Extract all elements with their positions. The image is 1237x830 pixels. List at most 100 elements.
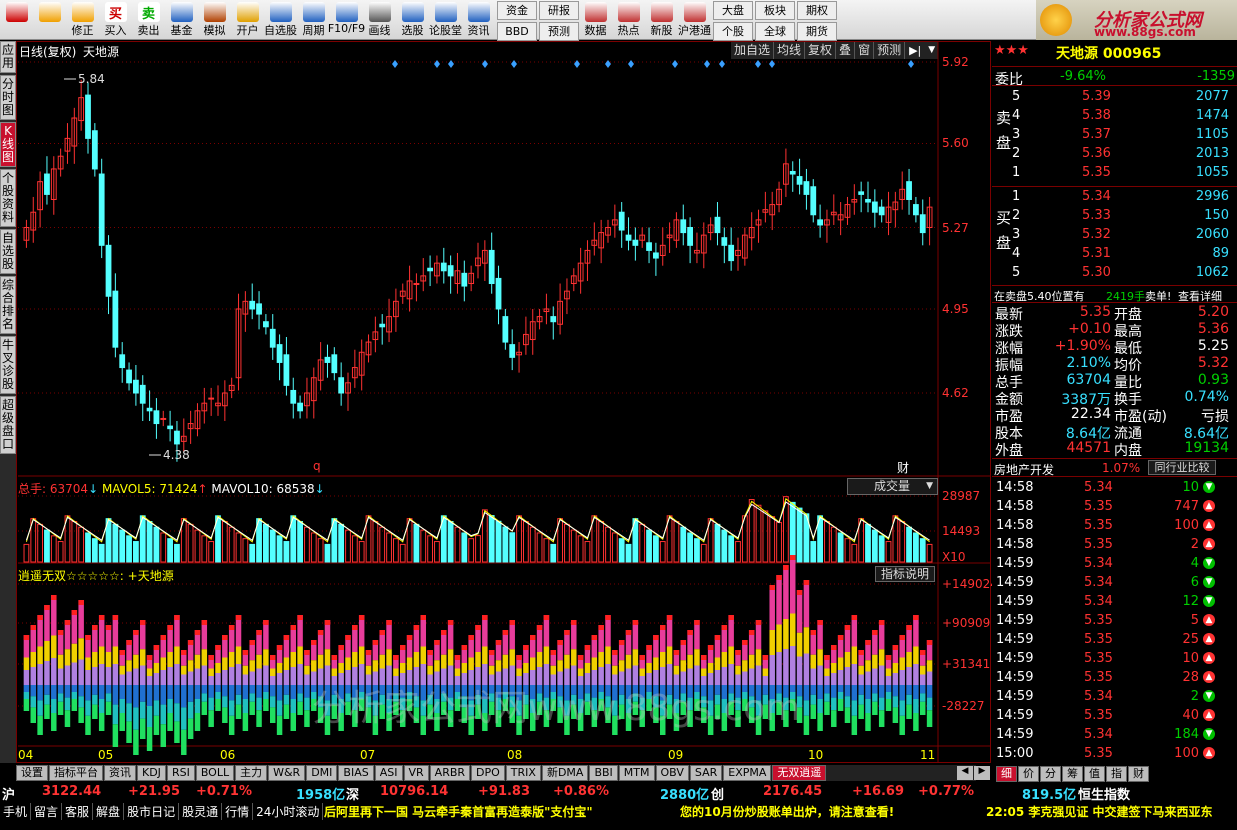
quote-tab[interactable]: 价 [1018, 766, 1039, 782]
volume-bar [208, 541, 215, 563]
trade-volume: 10 [1182, 651, 1199, 666]
quote-tab[interactable]: 指 [1106, 766, 1127, 782]
indicator-tab[interactable]: ARBR [429, 765, 471, 781]
indicator-bar-cap [434, 640, 440, 645]
candle-body [913, 204, 919, 216]
volume-bar [762, 510, 769, 563]
indicator-bar-low [803, 653, 810, 685]
indicator-tick-label: +149024 [942, 577, 998, 591]
volume-bar [919, 538, 926, 563]
scroll-right-icon[interactable]: ▶ [974, 766, 990, 780]
indicator-tab[interactable]: 设置 [16, 765, 48, 781]
indicator-bar-mid [194, 654, 201, 669]
indicator-neg-b [37, 700, 43, 716]
indicator-tab[interactable]: 无双逍遥 [772, 765, 827, 781]
quick-link[interactable]: 行情 [222, 803, 254, 820]
quote-tab[interactable]: 筹 [1062, 766, 1083, 782]
indicator-bar-low [126, 671, 132, 685]
indicator-bar-cap [44, 605, 50, 610]
quick-link[interactable]: 股市日记 [124, 803, 180, 820]
quick-link[interactable]: 解盘 [93, 803, 125, 820]
volume-bar [728, 535, 735, 563]
indicator-bar-mid [57, 654, 64, 669]
indicator-tab[interactable]: 资讯 [104, 765, 136, 781]
notice-link[interactable]: 查看详细 [1178, 288, 1222, 304]
indicator-neg-a [105, 685, 112, 694]
quote-tab[interactable]: 细 [996, 766, 1017, 782]
indicator-neg-b [920, 693, 926, 702]
indicator-tab[interactable]: DPO [471, 765, 505, 781]
indicator-bar-low [584, 673, 591, 685]
event-marker-icon [574, 60, 580, 68]
indicator-neg-c [30, 707, 36, 723]
indicator-tab[interactable]: 指标平台 [49, 765, 103, 781]
order-notice[interactable]: 在卖盘5.40位置有 2419手 卖单! 查看详细 [992, 285, 1237, 303]
volume-bar [646, 529, 652, 563]
quote-tab[interactable]: 值 [1084, 766, 1105, 782]
candle-body [878, 206, 885, 216]
indicator-tab[interactable]: VR [403, 765, 429, 781]
indicator-bar-mid [358, 646, 365, 664]
news-item-3[interactable]: 22:05 李克强见证 中交建签下马来西亚东 [986, 803, 1213, 820]
indicator-neg-b [71, 692, 78, 699]
indicator-tab[interactable]: KDJ [137, 765, 166, 781]
notice-volume: 2419手 [1106, 290, 1145, 303]
news-item-2[interactable]: 您的10月份炒股账单出炉，请注意查看! [680, 803, 894, 820]
quote-tab[interactable]: 财 [1128, 766, 1149, 782]
x-axis-label: 09 [668, 748, 684, 762]
volume-bar [23, 543, 30, 563]
quick-link[interactable]: 手机 [0, 803, 32, 820]
bids-volume: 150 [1204, 208, 1229, 223]
scroll-left-icon[interactable]: ◀ [957, 766, 973, 780]
indicator-tab[interactable]: DMI [306, 765, 338, 781]
indicator-tab[interactable]: 主力 [235, 765, 268, 781]
candle-body [119, 354, 126, 369]
quick-link[interactable]: 客服 [62, 803, 94, 820]
indicator-tab[interactable]: TRIX [505, 765, 541, 781]
indicator-neg-b [872, 693, 878, 702]
volume-type-select[interactable]: 成交量 ▼ [847, 478, 938, 495]
indicator-bar-low [57, 668, 64, 685]
indicator-tab[interactable]: BIAS [338, 765, 374, 781]
indicator-bar-mid [290, 652, 296, 667]
indicator-tab[interactable]: RSI [166, 765, 195, 781]
indicator-tab[interactable]: W&R [268, 765, 306, 781]
indicator-tab[interactable]: MTM [618, 765, 655, 781]
indicator-bar-low [23, 670, 30, 685]
indicator-tab[interactable]: 新DMA [541, 765, 589, 781]
trade-volume: 2 [1190, 537, 1199, 552]
candle-body [324, 356, 331, 363]
quick-link[interactable]: 留言 [31, 803, 63, 820]
indicator-tab[interactable]: BOLL [195, 765, 235, 781]
indicator-bar-low [270, 676, 276, 685]
indicator-bar-low [482, 664, 488, 685]
indicator-neg-b [878, 697, 885, 711]
asks-volume: 1055 [1195, 165, 1229, 180]
quick-link[interactable]: 24小时滚动 [253, 803, 324, 820]
volume-bar [543, 538, 550, 563]
indicator-bar-cap [215, 645, 221, 650]
indicator-tab[interactable]: EXPMA [723, 765, 772, 781]
indicator-neg-a [810, 685, 816, 695]
indicator-bar-low [352, 667, 358, 685]
news-item-1[interactable]: 后阿里再下一国 马云牵手秦首富再造泰版"支付宝" [324, 803, 593, 820]
indicator-tab[interactable]: SAR [689, 765, 723, 781]
indicator-bar-cap [105, 625, 112, 630]
indicator-tab[interactable]: OBV [655, 765, 689, 781]
candle-body [174, 430, 180, 445]
indicator-bar-mid [762, 668, 769, 676]
indicator-bar-low [78, 659, 84, 685]
asks-price: 5.36 [1082, 146, 1111, 161]
indicator-tab[interactable]: BBI [589, 765, 618, 781]
indicator-bar-mid [160, 657, 166, 670]
arrow-down-icon: ▼ [1203, 728, 1215, 740]
trade-volume: 12 [1182, 594, 1199, 609]
quick-link[interactable]: 股灵通 [179, 803, 223, 820]
quote-tab[interactable]: 分 [1040, 766, 1061, 782]
candle-body [871, 201, 878, 213]
indicator-tab[interactable]: ASI [374, 765, 403, 781]
indicator-neg-c [98, 713, 105, 731]
indicator-bar-cap [441, 630, 447, 635]
indicator-help-button[interactable]: 指标说明 [875, 566, 935, 582]
sector-compare-button[interactable]: 同行业比较 [1148, 460, 1216, 475]
